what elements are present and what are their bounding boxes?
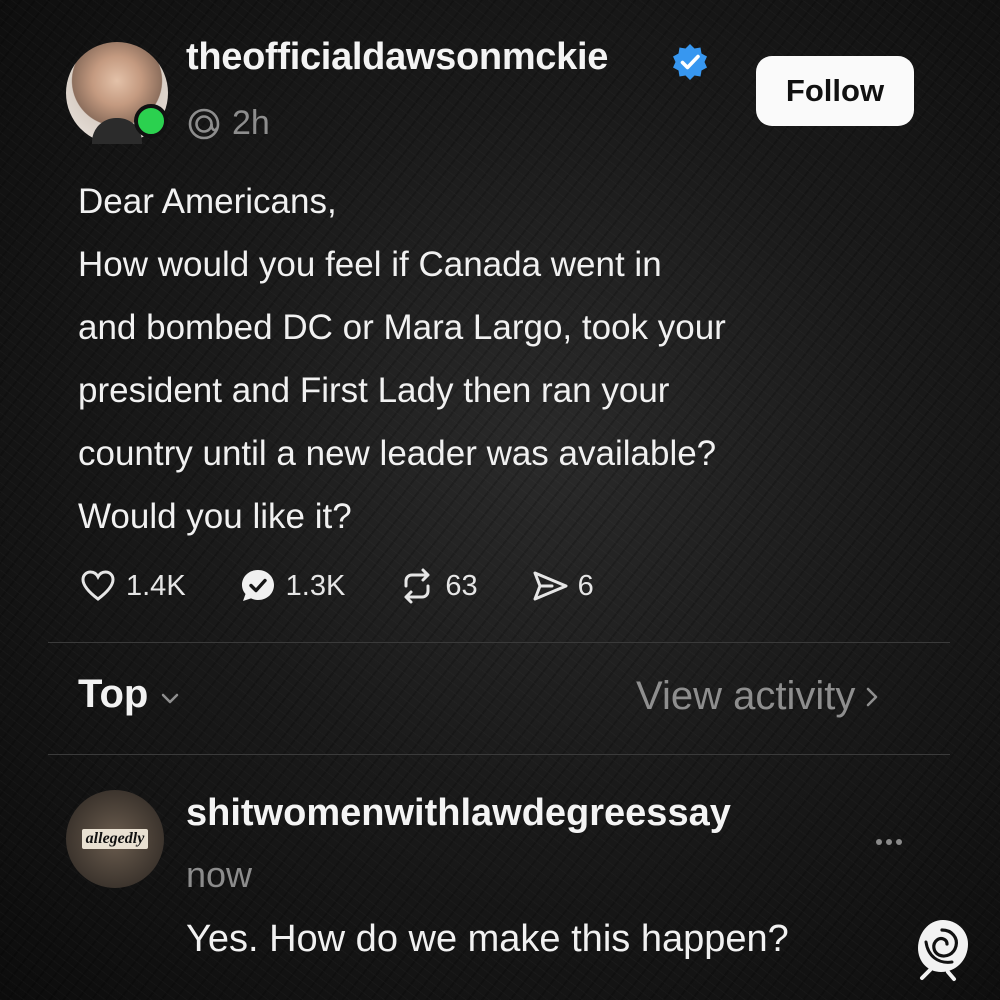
reply-avatar[interactable]: allegedly bbox=[66, 790, 164, 888]
post-line: Dear Americans, bbox=[78, 182, 337, 221]
author-avatar[interactable] bbox=[66, 42, 168, 144]
chevron-down-icon bbox=[162, 693, 179, 703]
dot bbox=[896, 839, 902, 845]
repost-button[interactable]: 63 bbox=[397, 566, 478, 606]
post-line: president and First Lady then ran your bbox=[78, 371, 670, 410]
author-username[interactable]: theofficialdawsonmckie bbox=[186, 36, 608, 79]
reply-text: Yes. How do we make this happen? bbox=[186, 918, 789, 960]
reply-time: now bbox=[186, 854, 253, 895]
like-button[interactable]: 1.4K bbox=[78, 566, 186, 606]
post-line: country until a new leader was available… bbox=[78, 434, 717, 473]
chevron-right-icon bbox=[867, 687, 878, 706]
comment-check-icon bbox=[241, 570, 274, 601]
sort-dropdown[interactable]: Top bbox=[78, 672, 182, 717]
divider bbox=[48, 642, 950, 643]
post-line: Would you like it? bbox=[78, 497, 352, 536]
more-options-button[interactable] bbox=[876, 832, 912, 852]
post-line: How would you feel if Canada went in bbox=[78, 245, 662, 284]
send-icon bbox=[533, 571, 568, 601]
repost-count: 63 bbox=[445, 569, 478, 602]
post-line: and bombed DC or Mara Largo, took your bbox=[78, 308, 726, 347]
post-meta: 2h bbox=[186, 104, 270, 143]
share-button[interactable]: 6 bbox=[530, 566, 594, 606]
heart-icon bbox=[81, 570, 115, 601]
like-count: 1.4K bbox=[126, 569, 186, 602]
post-time: 2h bbox=[232, 104, 270, 142]
share-count: 6 bbox=[577, 569, 594, 602]
reply-count: 1.3K bbox=[285, 569, 346, 602]
dot bbox=[886, 839, 892, 845]
sort-label: Top bbox=[78, 672, 149, 716]
avatar-text: allegedly bbox=[81, 829, 149, 849]
reply-username[interactable]: shitwomenwithlawdegreessay bbox=[186, 792, 731, 835]
reply-button[interactable]: 1.3K bbox=[238, 566, 346, 606]
post-body: Dear Americans, How would you feel if Ca… bbox=[78, 170, 938, 548]
repost-icon bbox=[404, 568, 430, 604]
verified-badge-icon bbox=[673, 44, 707, 80]
divider bbox=[48, 754, 950, 755]
rose-watermark-icon bbox=[918, 920, 968, 981]
post-actions: 1.4K 1.3K 63 6 bbox=[78, 566, 646, 606]
follow-button[interactable]: Follow bbox=[756, 56, 914, 126]
online-indicator bbox=[134, 104, 168, 138]
threads-icon bbox=[188, 108, 220, 139]
view-activity-link[interactable]: View activity bbox=[636, 674, 883, 719]
dot bbox=[876, 839, 882, 845]
view-activity-label: View activity bbox=[636, 674, 856, 718]
